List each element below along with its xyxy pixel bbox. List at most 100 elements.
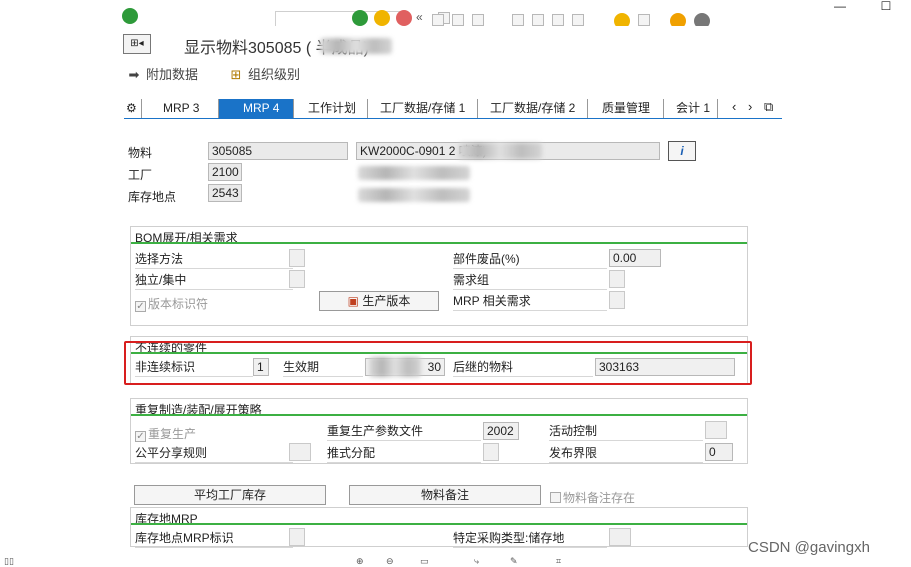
tab-list-icon[interactable]: ⧉ [764,99,773,115]
tab-mrp3[interactable]: MRP 3 [143,99,219,118]
title-bar: ⊞◂ 显示物料305085 ( 半成品) [120,32,815,58]
material-memo-button[interactable]: 物料备注 [349,485,541,505]
fair-share-rule-label: 公平分享规则 [135,443,293,463]
checkbox-empty-icon [550,492,561,503]
info-button[interactable]: i [668,141,696,161]
rotate-icon[interactable]: ⤷ [474,556,479,567]
storage-location-label: 库存地点 [128,190,177,204]
avg-plant-stock-button[interactable]: 平均工厂库存 [134,485,326,505]
csdn-watermark: CSDN @gavingxh [748,539,870,556]
pen-icon[interactable]: ✎ [510,556,518,567]
org-levels-label: 组织级别 [248,67,301,82]
tab-work-scheduling[interactable]: 工作计划 [294,99,368,118]
production-version-icon: ▣ [347,294,363,308]
action-control-field[interactable] [705,421,727,439]
redacted-plant-desc [358,166,470,180]
next-page-icon[interactable] [552,14,564,26]
tab-mrp4[interactable]: MRP 4 [219,99,294,118]
last-page-icon[interactable] [572,14,584,26]
group-divider [131,242,747,244]
individual-collective-label: 独立/集中 [135,270,293,290]
special-proc-type-sloc-label: 特定采购类型:储存地 [453,528,607,548]
push-distribution-field[interactable] [483,443,499,461]
version-indicator-label: 版本标识符 [148,297,209,311]
individual-collective-field[interactable] [289,270,305,288]
mrp-dep-requirements-field[interactable] [609,291,625,309]
org-hierarchy-icon: ⊞ [230,67,242,82]
find-next-icon[interactable] [472,14,484,26]
grid-icon: ▯▯ [4,556,14,566]
memo-exists-checkbox: 物料备注存在 [550,489,635,506]
sloc-mrp-indicator-field[interactable] [289,528,305,546]
arrow-right-icon: ➡ [128,67,140,82]
production-versions-label: 生产版本 [362,294,411,308]
tab-quality-mgmt[interactable]: 质量管理 [588,99,664,118]
cancel-icon[interactable] [396,10,412,26]
rem-profile-label: 重复生产参数文件 [327,421,481,441]
rem-profile-field[interactable]: 2002 [483,422,519,440]
mrp-dep-requirements-label: MRP 相关需求 [453,291,607,311]
bom-explosion-group: BOM展开/相关需求 选择方法 独立/集中 ✓ 版本标识符 ▣ 生产版本 部件废品… [130,226,748,326]
additional-data-button[interactable]: ➡ 附加数据 [126,64,198,84]
prev-page-icon[interactable] [532,14,544,26]
tab-plant-storage-2[interactable]: 工厂数据/存储 2 [478,99,588,118]
plant-field: 2100 [208,163,242,181]
tab-strip: ⚙ MRP 3 MRP 4 工作计划 工厂数据/存储 1 工厂数据/存储 2 质… [124,99,782,119]
fair-share-rule-field[interactable] [289,443,311,461]
memo-exists-label: 物料备注存在 [563,491,636,505]
storage-location-field: 2543 [208,184,242,202]
find-icon[interactable] [452,14,464,26]
deployment-horizon-label: 发布界限 [549,443,703,463]
crop-icon[interactable]: ⌗ [556,556,561,567]
requirements-group-label: 需求组 [453,270,607,290]
group-divider [131,523,747,525]
zoom-in-icon[interactable]: ⊕ [356,556,364,567]
storage-location-mrp-group: 库存地MRP 库存地点MRP标识 特定采购类型:储存地 [130,507,748,548]
standard-toolbar: « [120,0,820,29]
push-distribution-label: 推式分配 [327,443,481,463]
version-indicator-checkbox[interactable]: ✓ 版本标识符 [135,295,208,312]
enter-icon[interactable] [122,8,138,24]
group-divider [131,414,747,416]
zoom-out-icon[interactable]: ⊖ [386,556,394,567]
tab-scroll-right-icon[interactable]: › [748,99,752,114]
tab-accounting-1[interactable]: 会计 1 [664,99,718,118]
checkbox-check-icon: ✓ [135,301,146,312]
fit-page-icon[interactable]: ▭ [420,556,429,567]
additional-data-label: 附加数据 [146,67,199,82]
tab-scroll-left-icon[interactable]: ‹ [732,99,736,114]
selection-method-field[interactable] [289,249,305,267]
redacted-desc-blur [458,143,542,159]
deployment-horizon-field[interactable]: 0 [705,443,733,461]
tab-prev-icon[interactable]: ⚙ [124,99,142,118]
minimize-button[interactable]: — [831,0,849,14]
special-proc-type-sloc-field[interactable] [609,528,631,546]
info-icon: i [680,144,684,158]
component-scrap-field[interactable]: 0.00 [609,249,661,267]
bottom-toolbar: ▯▯ ⊕ ⊖ ▭ ⤷ ✎ ⌗ [0,556,911,567]
double-chevron-icon[interactable]: « [416,10,423,24]
back-icon[interactable] [352,10,368,26]
annotation-highlight-box [124,341,752,385]
org-levels-button[interactable]: ⊞ 组织级别 [228,64,300,84]
maximize-button[interactable]: ☐ [877,0,895,14]
sloc-mrp-indicator-label: 库存地点MRP标识 [135,528,293,548]
tab-plant-storage-1[interactable]: 工厂数据/存储 1 [368,99,478,118]
material-label: 物料 [128,146,153,160]
sap-screen: ⊞◂ 显示物料305085 ( 半成品) ➡ 附加数据 ⊞ 组织级别 ⚙ MRP 3… [120,26,815,548]
plant-label: 工厂 [128,168,153,182]
print-icon[interactable] [432,14,444,26]
redacted-storage-desc [358,188,470,202]
requirements-group-field[interactable] [609,270,625,288]
component-scrap-label: 部件废品(%) [453,249,607,269]
action-control-label: 活动控制 [549,421,703,441]
redacted-title-blur [320,38,392,54]
repetitive-mfg-label: 重复生产 [148,427,197,441]
production-versions-button[interactable]: ▣ 生产版本 [319,291,439,311]
selection-method-label: 选择方法 [135,249,293,269]
display-change-icon[interactable]: ⊞◂ [123,34,151,54]
repetitive-mfg-checkbox[interactable]: ✓ 重复生产 [135,425,196,442]
shortcut-icon[interactable] [638,14,650,26]
exit-icon[interactable] [374,10,390,26]
first-page-icon[interactable] [512,14,524,26]
